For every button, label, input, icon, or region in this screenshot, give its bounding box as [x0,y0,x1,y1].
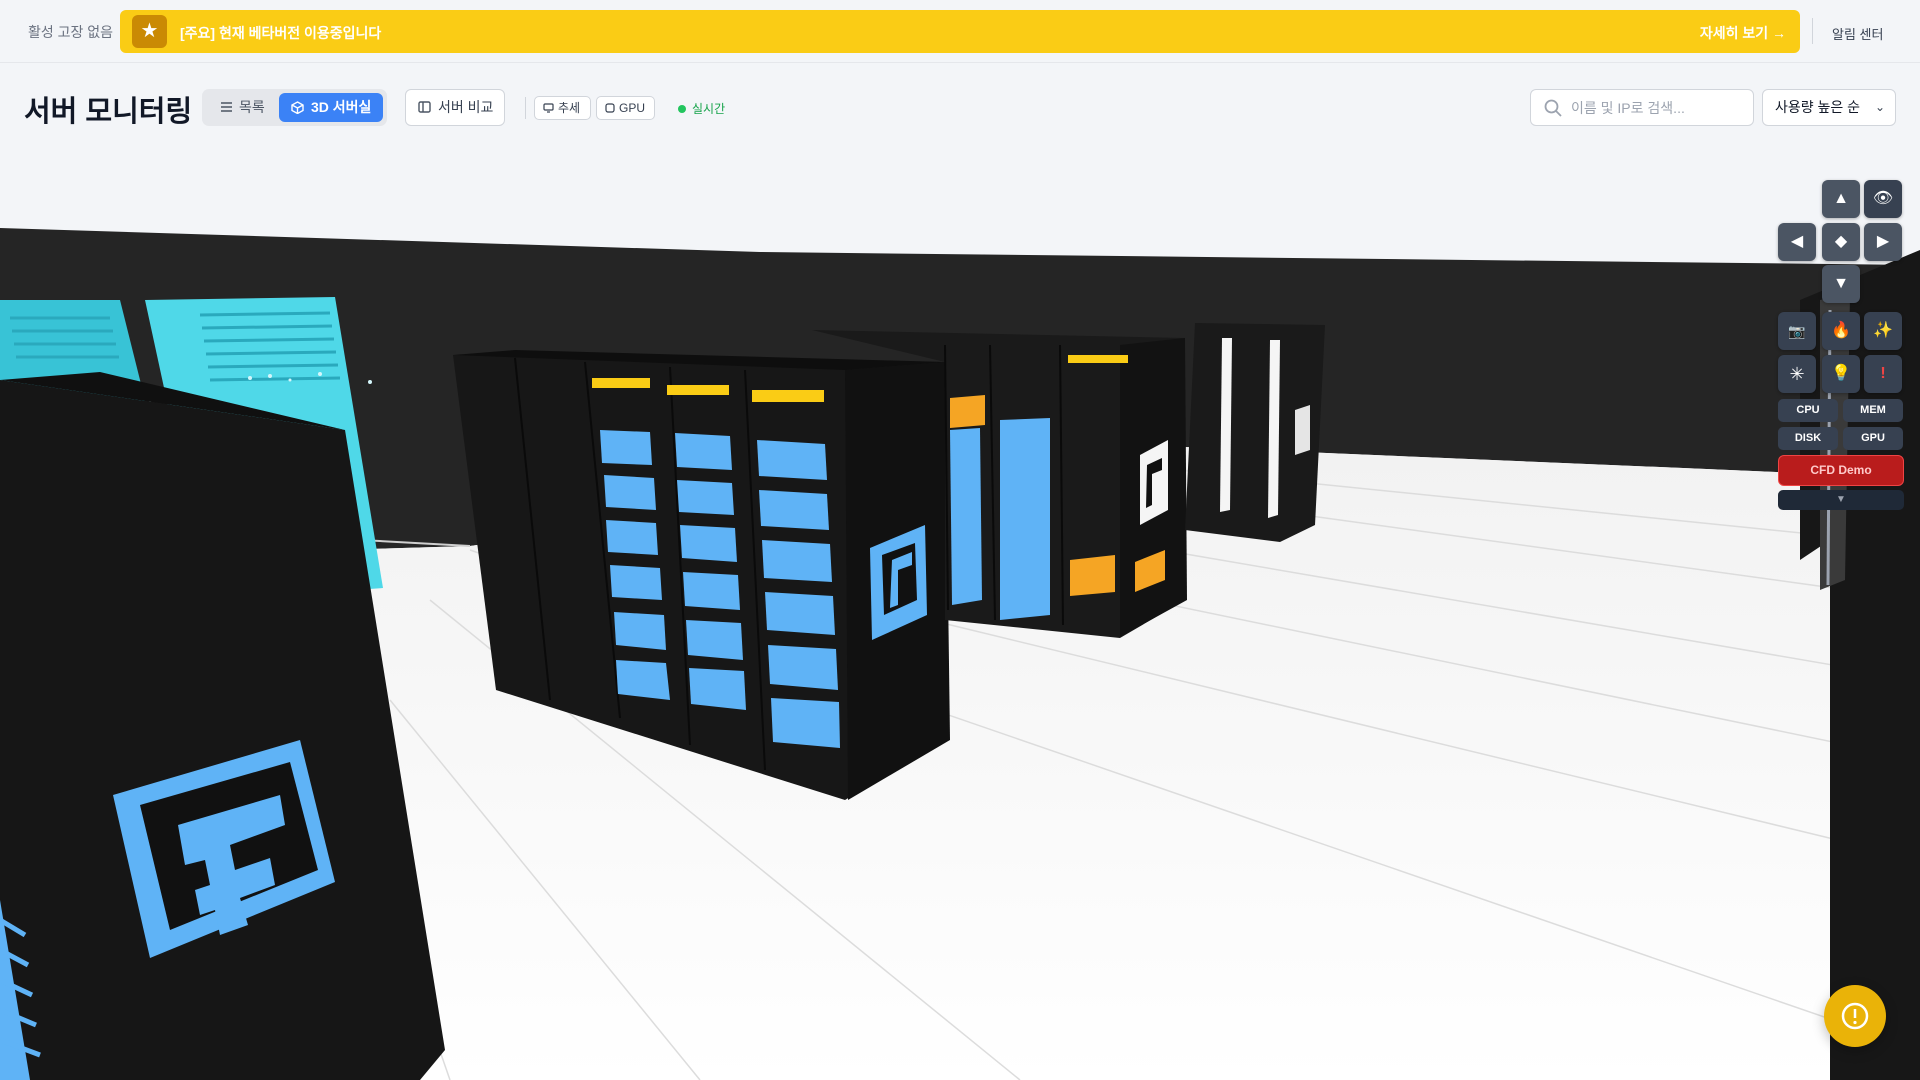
server-room-scene [0,145,1920,1080]
arrow-right-icon[interactable]: ▶ [1864,223,1902,261]
live-dot-icon [678,105,686,113]
gpu-label: GPU [619,101,646,115]
eye-icon[interactable]: 👁 [1864,180,1902,218]
exclamation-icon[interactable]: ! [1864,355,1902,393]
view-3d-button[interactable]: 3D 서버실 [279,93,383,122]
sparkle-icon[interactable]: ✨ [1864,312,1902,350]
view-list-label: 목록 [239,99,265,115]
monitor-icon [543,103,554,113]
trend-chip[interactable]: 추세 [534,96,591,120]
view-toggle: 목록 3D 서버실 [202,89,387,126]
metric-cpu-button[interactable]: CPU [1778,399,1838,422]
page-title: 서버 모니터링 [24,96,193,128]
bulb-icon[interactable]: 💡 [1822,355,1860,393]
chevron-down-icon: ⌄ [1874,100,1885,114]
compare-servers-button[interactable]: 서버 비교 [405,89,505,126]
metric-disk-button[interactable]: DISK [1778,427,1838,450]
list-icon [221,102,232,112]
live-label: 실시간 [692,102,726,116]
collapse-panel-button[interactable]: ▼ [1778,490,1904,510]
banner-more-link[interactable]: 자세히 보기 → [1700,23,1786,43]
sort-selected-value: 사용량 높은 순 [1775,99,1861,115]
view-list-button[interactable]: 목록 [210,93,276,122]
gpu-chip[interactable]: GPU [596,96,655,120]
toolbar-divider [525,97,526,119]
search-box [1530,89,1754,126]
cube-icon [291,101,304,115]
arrow-up-icon[interactable]: ▲ [1822,180,1860,218]
rack-far [1185,323,1325,542]
fire-icon[interactable]: 🔥 [1822,312,1860,350]
cfd-demo-button[interactable]: CFD Demo [1778,455,1904,486]
chip-icon [605,103,615,113]
live-indicator: 실시간 [678,100,725,117]
server-room-3d-viewport[interactable]: ▲ 👁 ◀ ◆ ▶ ▼ 📷 🔥 ✨ ✳ 💡 ! CPU MEM DISK GPU… [0,145,1920,1080]
star-icon: ★ [132,15,167,48]
arrow-down-icon[interactable]: ▼ [1822,265,1860,303]
camera-icon[interactable]: 📷 [1778,312,1816,350]
view-3d-label: 3D 서버실 [311,99,372,115]
top-bar: 활성 고장 없음 ★ [주요] 현재 베타버전 이용중입니다 자세히 보기 → … [0,0,1920,63]
search-icon [1544,99,1562,117]
alert-circle-icon [1841,1002,1869,1030]
beta-banner[interactable]: ★ [주요] 현재 베타버전 이용중입니다 자세히 보기 → [120,10,1800,53]
fault-status: 활성 고장 없음 [28,24,114,40]
banner-message: [주요] 현재 베타버전 이용중입니다 [180,25,382,41]
snowflake-icon[interactable]: ✳ [1778,355,1816,393]
center-icon[interactable]: ◆ [1822,223,1860,261]
columns-icon [418,101,431,113]
metric-mem-button[interactable]: MEM [1843,399,1903,422]
arrow-left-icon[interactable]: ◀ [1778,223,1816,261]
alert-center-button[interactable]: 알림 센터 [1832,24,1883,43]
trend-label: 추세 [558,101,581,115]
divider [1812,18,1813,44]
report-issue-button[interactable] [1824,985,1886,1047]
metric-gpu-button[interactable]: GPU [1843,427,1903,450]
search-input[interactable] [1571,98,1741,118]
compare-label: 서버 비교 [438,99,494,115]
sort-select[interactable]: 사용량 높은 순 ⌄ [1762,89,1896,126]
